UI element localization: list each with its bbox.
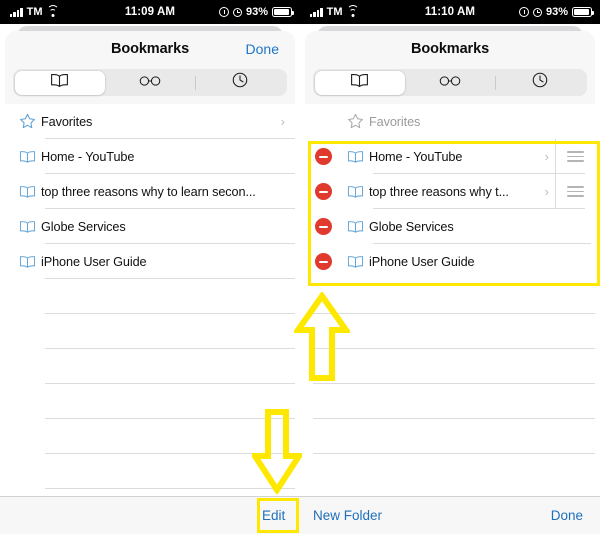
open-book-icon <box>341 255 369 269</box>
tab-history[interactable] <box>195 71 285 95</box>
segmented-control[interactable] <box>313 69 587 96</box>
alarm-clock-icon <box>532 7 542 17</box>
list-item[interactable]: top three reasons why to learn secon... <box>5 174 295 209</box>
open-book-icon <box>13 185 41 199</box>
location-arrow-icon <box>218 7 229 17</box>
clock-icon <box>232 72 248 93</box>
list-item-label: iPhone User Guide <box>41 254 147 269</box>
list-item-label: Favorites <box>369 114 421 129</box>
battery-icon <box>272 7 294 17</box>
list-item[interactable]: top three reasons why t... › <box>305 174 595 209</box>
list-item[interactable]: Home - YouTube › <box>305 139 595 174</box>
bookmarks-panel-right: Bookmarks Favorites Home - YouTube › top… <box>305 31 595 534</box>
list-item-label: top three reasons why to learn secon... <box>41 184 256 199</box>
empty-row <box>305 384 595 419</box>
reorder-handle-icon[interactable] <box>555 174 595 209</box>
empty-row <box>5 314 295 349</box>
star-outline-icon <box>13 113 41 130</box>
star-outline-icon <box>341 113 369 130</box>
open-book-icon <box>341 150 369 164</box>
list-item[interactable]: Home - YouTube <box>5 139 295 174</box>
empty-row <box>5 349 295 384</box>
reorder-handle-icon[interactable] <box>555 139 595 174</box>
screenshot-root: TM 11:09 AM 93% TM 11:10 AM 93% Bookmark… <box>0 0 600 534</box>
open-book-icon <box>350 73 369 93</box>
status-bar-right: TM 11:10 AM 93% <box>300 0 600 24</box>
chevron-right-icon: › <box>280 114 285 129</box>
status-bar-left: TM 11:09 AM 93% <box>0 0 300 24</box>
delete-row-button[interactable] <box>315 183 332 200</box>
battery-icon <box>572 7 594 17</box>
segmented-control-wrap-left <box>5 67 295 104</box>
clock-icon <box>532 72 548 93</box>
empty-row <box>5 279 295 314</box>
bookmarks-list-right: Favorites Home - YouTube › top three rea… <box>305 104 595 454</box>
list-item[interactable]: Globe Services <box>305 209 595 244</box>
chevron-right-icon: › <box>544 184 549 199</box>
delete-row-button[interactable] <box>315 253 332 270</box>
tab-reading-list[interactable] <box>405 71 495 95</box>
edit-button[interactable]: Edit <box>262 508 285 523</box>
segmented-control-wrap-right <box>305 67 595 104</box>
nav-done-button[interactable]: Done <box>246 41 279 57</box>
list-item-label: Home - YouTube <box>41 149 135 164</box>
row-separator <box>313 453 595 454</box>
battery-percent-label: 93% <box>245 6 268 18</box>
tab-history[interactable] <box>495 71 585 95</box>
list-item[interactable]: iPhone User Guide <box>305 244 595 279</box>
page-title: Bookmarks <box>110 41 190 57</box>
open-book-icon <box>341 185 369 199</box>
list-item[interactable]: Favorites › <box>5 104 295 139</box>
open-book-icon <box>13 220 41 234</box>
location-arrow-icon <box>518 7 529 17</box>
list-item-label: top three reasons why t... <box>369 184 509 199</box>
arrow-pointing-to-editable-rows <box>294 292 350 382</box>
page-title: Bookmarks <box>410 41 490 57</box>
delete-row-button[interactable] <box>315 148 332 165</box>
tab-bookmarks[interactable] <box>314 70 405 95</box>
done-button[interactable]: Done <box>551 508 583 523</box>
list-item-label: iPhone User Guide <box>369 254 475 269</box>
nav-bar-left: Bookmarks Done <box>5 31 295 67</box>
open-book-icon <box>341 220 369 234</box>
list-item-label: Globe Services <box>369 219 454 234</box>
status-right-group: 93% <box>518 6 594 18</box>
open-book-icon <box>50 73 69 93</box>
empty-row <box>305 419 595 454</box>
list-item[interactable]: iPhone User Guide <box>5 244 295 279</box>
status-right-group: 93% <box>218 6 294 18</box>
tab-reading-list[interactable] <box>105 71 195 95</box>
segmented-control[interactable] <box>13 69 287 96</box>
bottom-toolbar: Edit New Folder Done <box>0 496 600 534</box>
eyeglasses-icon <box>438 74 462 92</box>
eyeglasses-icon <box>138 74 162 92</box>
open-book-icon <box>13 150 41 164</box>
list-item-label: Globe Services <box>41 219 126 234</box>
nav-bar-right: Bookmarks <box>305 31 595 67</box>
tab-bookmarks[interactable] <box>14 70 105 95</box>
open-book-icon <box>13 255 41 269</box>
alarm-clock-icon <box>232 7 242 17</box>
list-item[interactable]: Globe Services <box>5 209 295 244</box>
list-item-label: Favorites <box>41 114 93 129</box>
new-folder-button[interactable]: New Folder <box>313 508 382 523</box>
list-item: Favorites <box>305 104 595 139</box>
list-item-label: Home - YouTube <box>369 149 463 164</box>
chevron-right-icon: › <box>544 149 549 164</box>
battery-percent-label: 93% <box>545 6 568 18</box>
delete-row-button[interactable] <box>315 218 332 235</box>
arrow-pointing-to-edit-button <box>252 408 302 494</box>
